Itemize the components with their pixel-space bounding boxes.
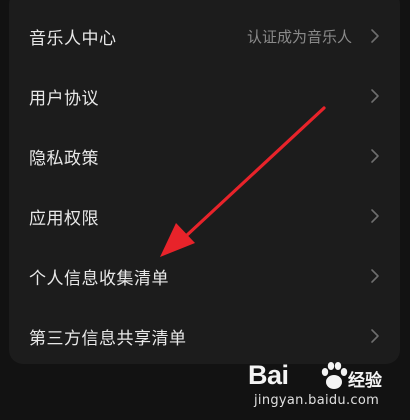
chevron-right-icon (371, 149, 379, 163)
row-app-permissions[interactable]: 应用权限 (9, 186, 400, 246)
row-personal-info-list[interactable]: 个人信息收集清单 (9, 246, 400, 306)
watermark-url: jingyan.baidu.com (254, 393, 380, 408)
paw-icon (321, 362, 348, 389)
row-label: 隐私政策 (29, 148, 99, 169)
chevron-right-icon (371, 29, 379, 43)
row-label: 个人信息收集清单 (29, 268, 169, 289)
watermark-logo: Bai (248, 360, 289, 390)
chevron-right-icon (371, 209, 379, 223)
row-label: 应用权限 (29, 208, 99, 229)
settings-card: 音乐人中心 认证成为音乐人 用户协议 隐私政策 应用权限 个人信息收集清单 第三… (9, 0, 400, 364)
row-label: 用户协议 (29, 88, 99, 109)
row-label: 音乐人中心 (29, 28, 117, 49)
baidu-jingyan-watermark: Bai 经验 jingyan.baidu.com (248, 360, 398, 414)
chevron-right-icon (371, 329, 379, 343)
row-musician-center[interactable]: 音乐人中心 认证成为音乐人 (9, 6, 400, 66)
row-value: 认证成为音乐人 (246, 27, 352, 46)
chevron-right-icon (371, 269, 379, 283)
row-user-agreement[interactable]: 用户协议 (9, 66, 400, 126)
watermark-suffix: 经验 (348, 371, 382, 391)
row-third-party-sharing-list[interactable]: 第三方信息共享清单 (9, 306, 400, 364)
chevron-right-icon (371, 89, 379, 103)
row-label: 第三方信息共享清单 (29, 328, 187, 349)
row-privacy-policy[interactable]: 隐私政策 (9, 126, 400, 186)
